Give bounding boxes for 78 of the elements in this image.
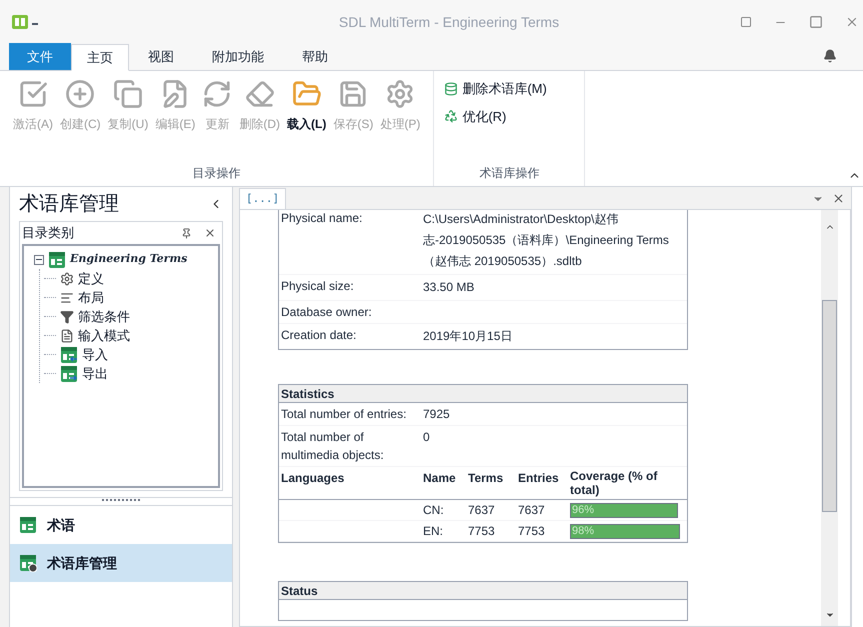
tree-item[interactable]: 筛选条件 — [78, 306, 130, 326]
coverage-fill: 98% — [570, 524, 680, 538]
layout-icon — [60, 290, 74, 304]
database-settings-icon — [19, 554, 37, 572]
close-icon[interactable] — [845, 15, 859, 29]
file-tab[interactable]: 文件 — [9, 43, 71, 70]
property-value: 33.50 MB — [423, 279, 476, 296]
collapse-toggle[interactable] — [34, 254, 44, 264]
save-icon — [338, 79, 368, 109]
nav-item[interactable]: 术语库管理 — [10, 544, 232, 582]
form-icon — [60, 328, 74, 342]
ribbon-tab[interactable]: 附加功能 — [193, 43, 283, 70]
table-cell-text: 7753 — [518, 523, 546, 540]
statistic-label: Total number of multimedia objects: — [280, 429, 385, 464]
document-tab[interactable]: [...] — [239, 188, 286, 209]
gear-icon — [60, 272, 74, 286]
tree-item[interactable]: 布局 — [78, 288, 104, 308]
gear-icon — [385, 79, 416, 109]
optimize-icon — [444, 109, 458, 124]
notification-icon[interactable] — [823, 49, 837, 63]
vertical-scrollbar[interactable] — [821, 210, 838, 626]
table-cell-text: EN: — [423, 523, 444, 540]
section-header: Statistics — [279, 385, 687, 403]
tree-item[interactable]: Engineering Terms — [70, 251, 188, 268]
property-label: Creation date: — [280, 327, 358, 344]
column-header: Name — [423, 470, 457, 487]
coverage-fill: 96% — [570, 502, 678, 518]
export-icon — [60, 364, 78, 382]
restore-icon[interactable] — [740, 16, 752, 28]
statistic-value: 7925 — [423, 406, 450, 423]
statistic-value: 0 — [423, 429, 430, 446]
filter-icon — [60, 310, 74, 324]
column-header: Coverage (% of total) — [570, 469, 658, 497]
scroll-thumb[interactable] — [822, 300, 837, 512]
database-delete-icon — [444, 82, 458, 96]
refresh-icon — [202, 79, 232, 109]
tree-item[interactable]: 输入模式 — [78, 326, 130, 346]
database-icon — [48, 250, 66, 268]
tree-item[interactable]: 定义 — [78, 268, 104, 288]
app-icon — [12, 14, 28, 30]
close-icon[interactable] — [832, 192, 845, 205]
section-header: Status — [279, 582, 687, 600]
ribbon-group-label: 术语库操作 — [478, 165, 540, 182]
ribbon-button[interactable]: 载入(L) — [284, 79, 330, 133]
checkbox-icon — [18, 79, 48, 109]
ribbon-button[interactable]: 删除术语库(M) — [444, 79, 574, 98]
column-header: Entries — [518, 470, 560, 487]
eraser-icon — [244, 79, 275, 109]
property-value: 2019年10月15日 — [423, 328, 514, 345]
sidebar-title: 术语库管理 — [19, 192, 119, 217]
property-value: C:\Users\Administrator\Desktop\赵伟志-2019050535（语料库）\Engineering Terms（赵伟志 2019050535）.sdltb — [423, 211, 670, 270]
tree-item[interactable]: 导入 — [82, 344, 108, 364]
window-title: SDL MultiTerm - Engineering Terms — [338, 12, 560, 32]
property-label: Physical size: — [280, 278, 355, 295]
panel-title: 目录类别 — [22, 224, 75, 242]
nav-item[interactable]: 术语 — [10, 506, 232, 544]
import-icon — [60, 346, 78, 364]
table-cell-text: 7637 — [468, 502, 496, 519]
ribbon-button[interactable]: 优化(R) — [444, 106, 574, 126]
close-icon[interactable] — [204, 227, 216, 239]
plus-icon — [65, 79, 96, 109]
property-label: Database owner: — [280, 304, 373, 321]
ribbon-tab[interactable]: 视图 — [129, 43, 193, 70]
table-cell-text: 7637 — [518, 502, 546, 519]
maximize-icon[interactable] — [809, 15, 823, 29]
pin-icon[interactable] — [181, 228, 192, 238]
column-header: Terms — [468, 470, 504, 487]
table-cell-text: CN: — [423, 502, 445, 519]
property-label: Physical name: — [280, 210, 364, 227]
table-cell-text: 7753 — [468, 523, 496, 540]
copy-icon — [113, 79, 143, 109]
statistic-label: Total number of entries: — [280, 406, 408, 423]
tree-item[interactable]: 导出 — [82, 364, 108, 384]
ribbon-tab[interactable]: 帮助 — [283, 43, 347, 70]
ribbon-group-label: 目录操作 — [192, 165, 242, 182]
terms-icon — [19, 516, 37, 534]
column-header: Languages — [280, 470, 346, 487]
ribbon-tab[interactable]: 主页 — [71, 44, 129, 71]
